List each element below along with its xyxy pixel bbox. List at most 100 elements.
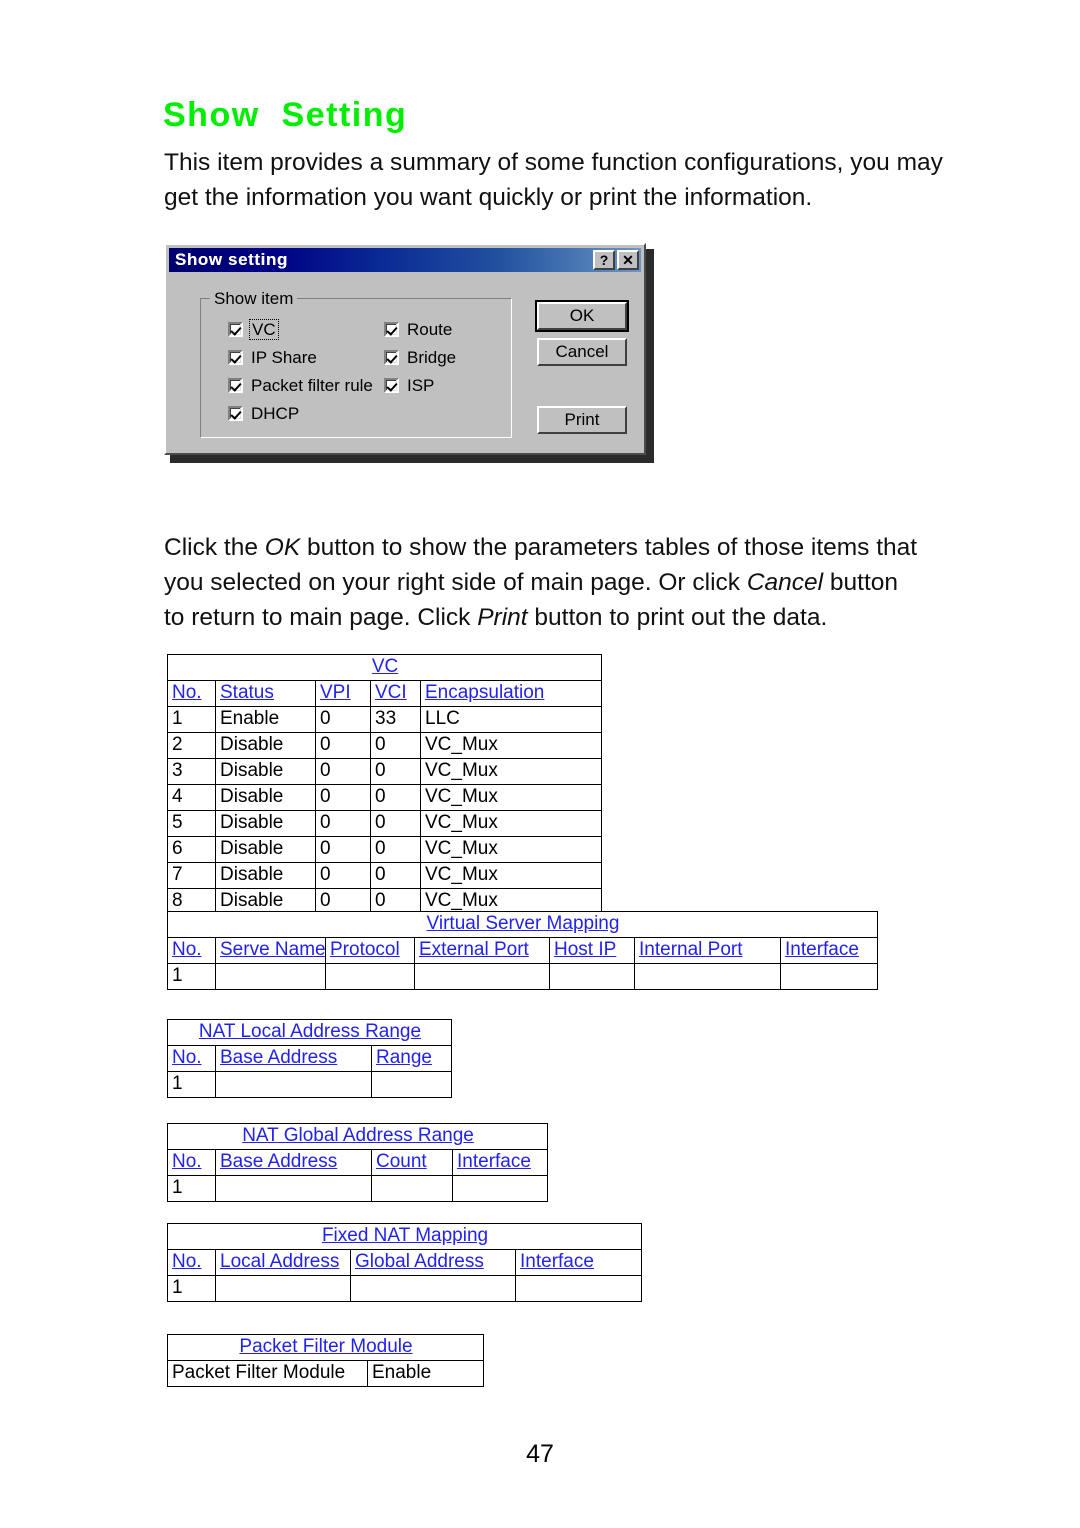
table-cell bbox=[414, 963, 550, 990]
checkbox-isp[interactable]: ISP bbox=[384, 377, 434, 394]
dialog-title: Show setting bbox=[175, 250, 288, 269]
column-header: Internal Port bbox=[634, 937, 781, 964]
cancel-emphasis: Cancel bbox=[746, 569, 824, 596]
table-cell: 1 bbox=[167, 1275, 216, 1302]
table-cell: Packet Filter Module bbox=[167, 1360, 368, 1387]
instructions-line-1-part-a: Click the bbox=[164, 534, 265, 561]
table-cell bbox=[350, 1275, 516, 1302]
table-cell bbox=[514, 1275, 643, 1302]
page-title: Show Setting bbox=[163, 96, 408, 134]
column-header: No. bbox=[167, 1249, 216, 1276]
table-row: 1 bbox=[167, 963, 878, 990]
dialog-titlebar[interactable]: Show setting ? ✕ bbox=[169, 248, 641, 272]
virtual-server-mapping-table: Virtual Server Mapping No. Serve Name Proto… bbox=[167, 911, 878, 990]
close-icon[interactable]: ✕ bbox=[617, 250, 639, 270]
table-cell: LLC bbox=[419, 706, 603, 733]
table-cell: 0 bbox=[315, 706, 371, 733]
table-cell: VC_Mux bbox=[419, 758, 603, 785]
instructions-line-3-part-b: button to print out the data. bbox=[527, 604, 828, 631]
table-row: 7 Disable 0 0 VC_Mux bbox=[167, 862, 603, 889]
table-cell: 3 bbox=[167, 758, 216, 785]
page-number: 47 bbox=[526, 1440, 554, 1468]
show-setting-dialog[interactable]: Show setting ? ✕ Show item VC IP Share P… bbox=[164, 243, 654, 463]
checkbox-checked-icon[interactable] bbox=[228, 378, 243, 393]
column-header: VCI bbox=[370, 680, 421, 707]
table-cell: 1 bbox=[167, 1175, 216, 1202]
instructions-line-2: you selected on your right side of main … bbox=[164, 565, 989, 600]
table-title-row: VC bbox=[166, 654, 603, 681]
intro-paragraph: This item provides a summary of some fun… bbox=[164, 145, 989, 215]
table-cell bbox=[215, 963, 326, 990]
intro-line-1-text: This item provides a summary of some fun… bbox=[164, 149, 943, 176]
checkbox-checked-icon[interactable] bbox=[228, 350, 243, 365]
table-row: 4 Disable 0 0 VC_Mux bbox=[167, 784, 603, 811]
table-header-row: No. Serve Name Protocol External Port Host I… bbox=[167, 937, 878, 964]
intro-line-2-text: get the information you want quickly or … bbox=[164, 184, 813, 211]
table-row: 1 bbox=[167, 1275, 643, 1302]
ok-button[interactable]: OK bbox=[535, 300, 629, 332]
table-row: Packet Filter Module Enable bbox=[167, 1360, 484, 1387]
virtual-server-mapping-table-body: Virtual Server Mapping No. Serve Name Proto… bbox=[167, 911, 878, 990]
table-cell bbox=[215, 1071, 372, 1098]
table-cell: Enable bbox=[367, 1360, 484, 1387]
table-cell: 0 bbox=[370, 862, 421, 889]
checkbox-bridge-label: Bridge bbox=[407, 348, 457, 367]
checkbox-route-label: Route bbox=[407, 320, 453, 339]
table-cell bbox=[549, 963, 635, 990]
checkbox-checked-icon[interactable] bbox=[384, 350, 399, 365]
table-cell: 0 bbox=[315, 862, 371, 889]
checkbox-packet-filter-rule[interactable]: Packet filter rule bbox=[228, 377, 373, 394]
instructions-line-2-part-a: you selected on your right side of main … bbox=[164, 569, 747, 596]
nat-local-address-range-table: NAT Local Address Range No. Base Address Ra… bbox=[167, 1019, 452, 1098]
table-cell bbox=[451, 1175, 549, 1202]
packet-filter-module-table-body: Packet Filter Module Packet Filter Module… bbox=[167, 1334, 484, 1387]
checkbox-route[interactable]: Route bbox=[384, 321, 452, 338]
checkbox-checked-icon[interactable] bbox=[384, 322, 399, 337]
table-cell: 2 bbox=[167, 732, 216, 759]
column-header: No. bbox=[167, 680, 216, 707]
checkbox-dhcp-label: DHCP bbox=[251, 404, 300, 423]
print-emphasis: Print bbox=[477, 604, 528, 631]
checkbox-checked-icon[interactable] bbox=[228, 406, 243, 421]
table-row: 3 Disable 0 0 VC_Mux bbox=[167, 758, 603, 785]
column-header: VPI bbox=[315, 680, 371, 707]
table-title-row: NAT Global Address Range bbox=[166, 1123, 549, 1150]
table-cell: VC_Mux bbox=[419, 784, 603, 811]
column-header: No. bbox=[167, 937, 216, 964]
table-title: Virtual Server Mapping bbox=[167, 911, 878, 938]
help-icon[interactable]: ? bbox=[593, 250, 615, 270]
table-cell: 0 bbox=[370, 810, 421, 837]
checkbox-checked-icon[interactable] bbox=[384, 378, 399, 393]
table-cell: 0 bbox=[315, 810, 371, 837]
vc-table: VC No. Status VPI VCI Encapsulation 1 Enable 0 33… bbox=[166, 654, 603, 915]
cancel-button[interactable]: Cancel bbox=[537, 338, 627, 366]
column-header: Protocol bbox=[325, 937, 415, 964]
table-cell: Enable bbox=[215, 706, 316, 733]
table-row: 1 Enable 0 33 LLC bbox=[167, 706, 603, 733]
checkbox-ip-share[interactable]: IP Share bbox=[228, 349, 317, 366]
checkbox-checked-icon[interactable] bbox=[228, 322, 243, 337]
dialog-frame: Show setting ? ✕ Show item VC IP Share P… bbox=[164, 243, 646, 455]
column-header: Interface bbox=[451, 1149, 549, 1176]
table-cell: 6 bbox=[167, 836, 216, 863]
table-title-row: NAT Local Address Range bbox=[167, 1019, 452, 1046]
print-button[interactable]: Print bbox=[537, 406, 627, 434]
instructions-line-2-part-b: button bbox=[823, 569, 899, 596]
table-cell: Disable bbox=[215, 732, 316, 759]
table-title: NAT Global Address Range bbox=[166, 1123, 549, 1150]
table-cell: Disable bbox=[215, 836, 316, 863]
column-header: Range bbox=[371, 1045, 452, 1072]
ok-emphasis: OK bbox=[264, 534, 301, 561]
column-header: Local Address bbox=[215, 1249, 351, 1276]
nat-global-address-range-table-body: NAT Global Address Range No. Base Address C… bbox=[166, 1123, 549, 1202]
table-header-row: No. Status VPI VCI Encapsulation bbox=[167, 680, 603, 707]
table-cell: Disable bbox=[215, 758, 316, 785]
document-page: Show Setting This item provides a summar… bbox=[0, 0, 1080, 1528]
table-cell: 4 bbox=[167, 784, 216, 811]
table-cell: 0 bbox=[315, 784, 371, 811]
table-row: 6 Disable 0 0 VC_Mux bbox=[167, 836, 603, 863]
table-cell: Disable bbox=[215, 784, 316, 811]
checkbox-bridge[interactable]: Bridge bbox=[384, 349, 456, 366]
checkbox-dhcp[interactable]: DHCP bbox=[228, 405, 299, 422]
checkbox-vc[interactable]: VC bbox=[228, 319, 279, 340]
